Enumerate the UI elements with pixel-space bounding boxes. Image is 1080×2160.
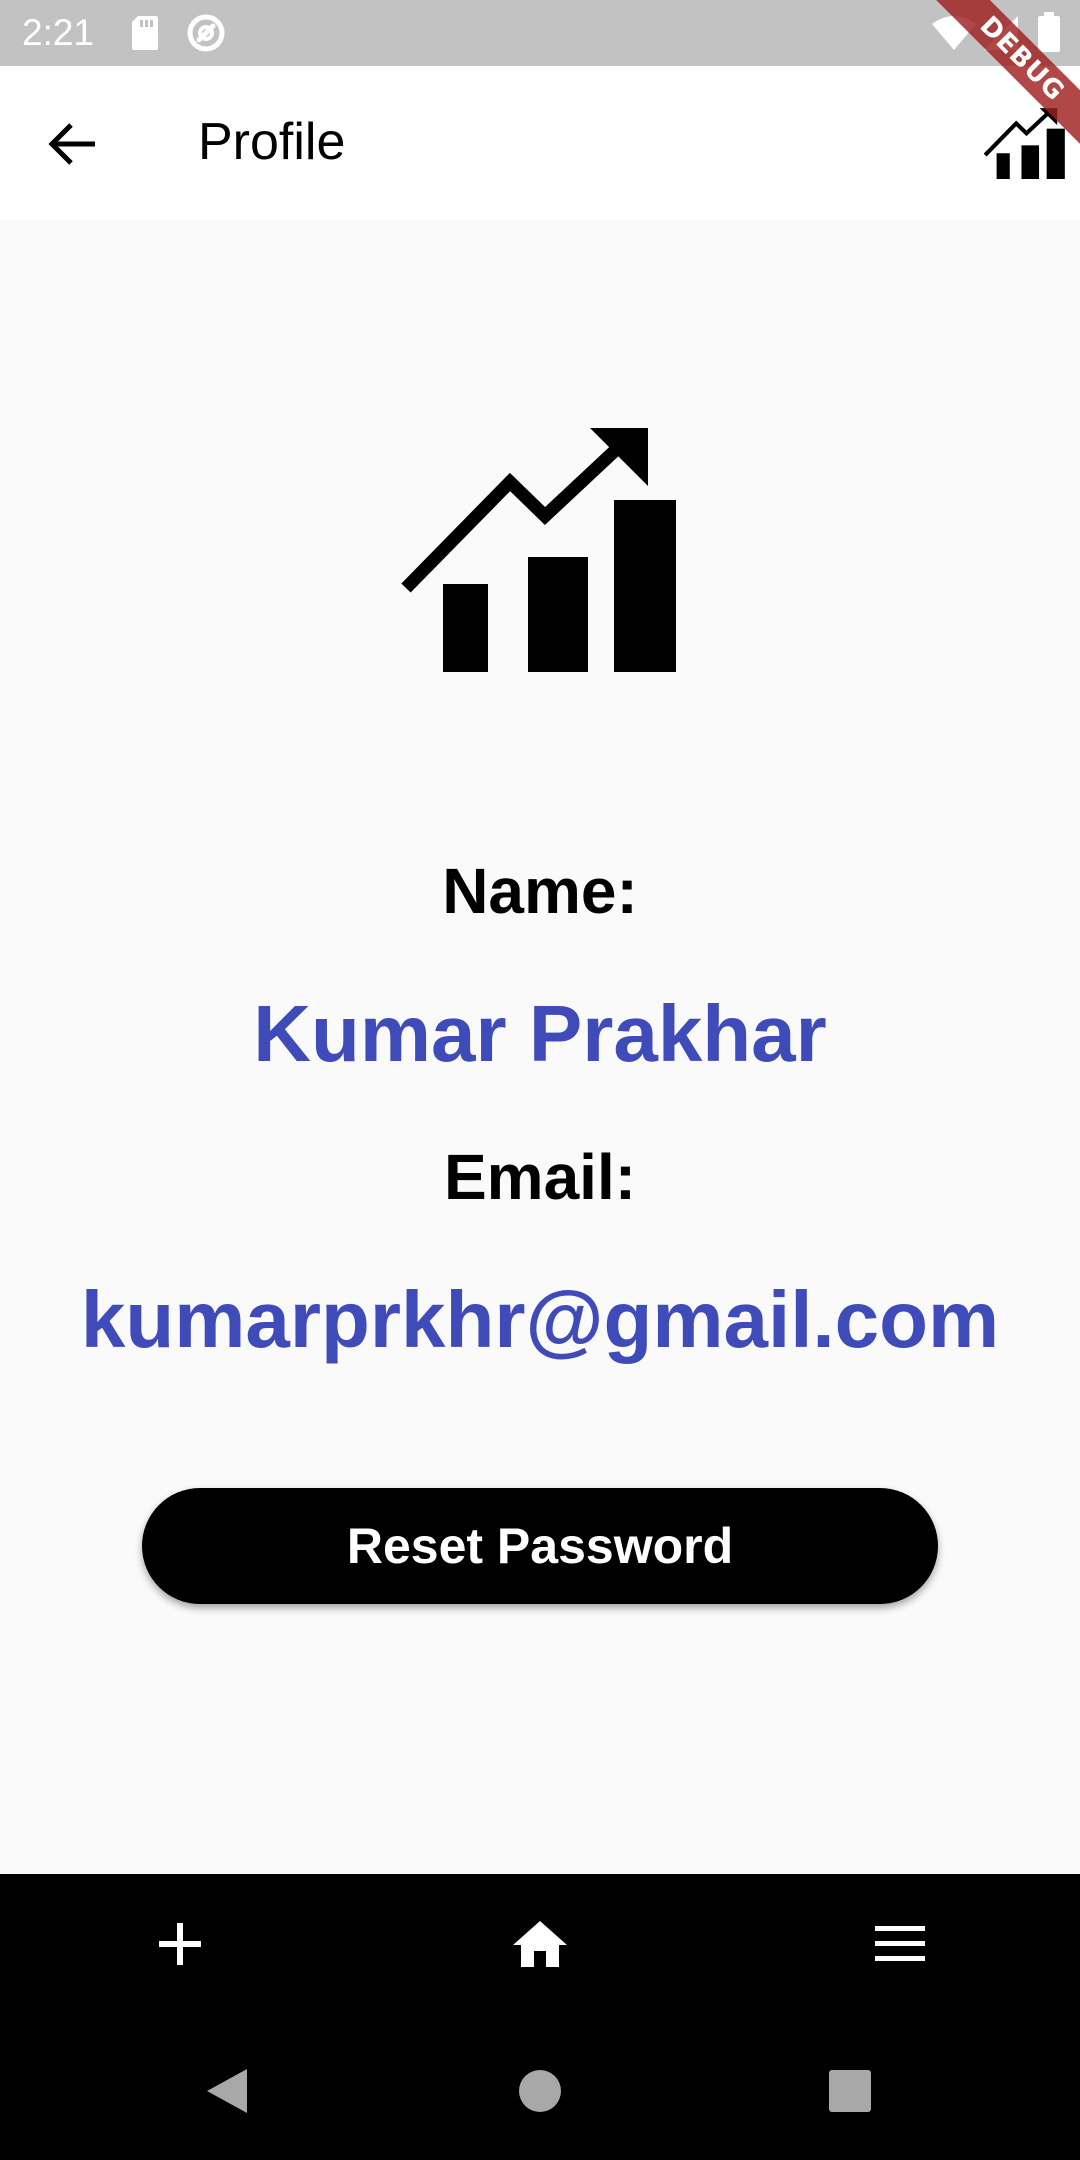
system-recents-button[interactable] [815, 2056, 885, 2126]
name-value: Kumar Prakhar [253, 989, 827, 1078]
add-icon [159, 1923, 201, 1965]
chart-growth-icon [400, 426, 680, 672]
arrow-back-icon [48, 123, 95, 165]
circle-home-icon [519, 2070, 561, 2112]
page-title: Profile [198, 113, 346, 171]
sd-card-icon [132, 16, 158, 55]
email-value: kumarprkhr@gmail.com [80, 1275, 1000, 1364]
nav-home-button[interactable] [500, 1904, 580, 1984]
status-time: 2:21 [22, 12, 95, 53]
profile-screen: 2:21 DEBUG Profile Name: Kumar Prakhar E… [0, 0, 1080, 2160]
menu-icon [875, 1926, 925, 1961]
name-label: Name: [442, 855, 638, 927]
system-home-button[interactable] [505, 2056, 575, 2126]
reset-password-button[interactable]: Reset Password [142, 1488, 938, 1604]
nav-add-button[interactable] [140, 1904, 220, 1984]
bottom-nav [0, 1874, 1080, 2022]
nav-menu-button[interactable] [860, 1904, 940, 1984]
system-navigation-bar [0, 2022, 1080, 2160]
system-back-button[interactable] [192, 2056, 262, 2126]
sync-icon [186, 13, 226, 58]
wifi-icon [932, 16, 976, 55]
app-bar: Profile [0, 66, 1080, 220]
battery-icon [1038, 12, 1060, 57]
chart-growth-icon [983, 108, 1065, 180]
chart-action-button[interactable] [983, 106, 1066, 180]
back-button[interactable] [34, 106, 110, 182]
signal-icon [984, 16, 1018, 55]
status-bar: 2:21 [0, 0, 1080, 66]
triangle-back-icon [207, 2069, 247, 2113]
square-recents-icon [829, 2070, 871, 2112]
home-icon [513, 1921, 567, 1967]
email-label: Email: [443, 1141, 637, 1213]
